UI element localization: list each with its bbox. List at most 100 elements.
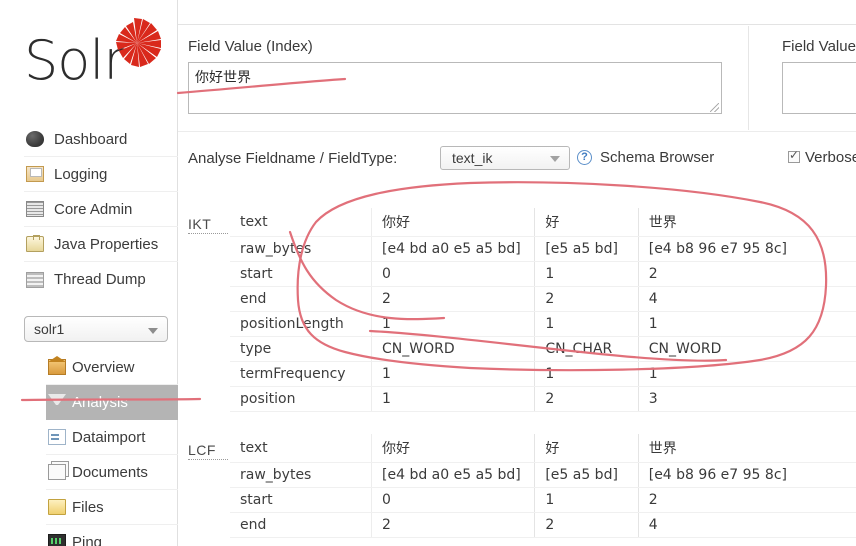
token-cell: 2 bbox=[371, 512, 536, 538]
token-cell: 你好 bbox=[371, 434, 536, 463]
token-cell: 2 bbox=[534, 512, 639, 538]
token-cell: 2 bbox=[534, 286, 639, 312]
sidebar-item-logging[interactable]: Logging bbox=[24, 157, 178, 192]
token-cell: CN_CHAR bbox=[534, 336, 639, 362]
token-cell: 你好 bbox=[371, 208, 536, 237]
token-cell: 1 bbox=[534, 487, 639, 513]
help-circle-icon[interactable]: ? bbox=[577, 150, 592, 165]
chevron-down-icon bbox=[550, 156, 560, 162]
token-cell: 4 bbox=[638, 512, 856, 538]
solr-logo[interactable]: Solr bbox=[24, 18, 174, 106]
thread-dump-icon bbox=[26, 271, 44, 288]
attribute-name: start bbox=[230, 487, 373, 513]
token-cell: 世界 bbox=[638, 434, 856, 463]
sidebar-item-label: Dashboard bbox=[54, 131, 128, 148]
attribute-name: end bbox=[230, 512, 373, 538]
attribute-name: text bbox=[230, 434, 373, 463]
token-cell: 2 bbox=[638, 261, 856, 287]
core-selector-value: solr1 bbox=[34, 321, 65, 337]
token-cell: [e5 a5 bd] bbox=[534, 462, 639, 488]
analysis-table-ikt: text 你好 好 世界 raw_bytes [e4 bd a0 e5 a5 b… bbox=[230, 208, 856, 412]
field-value-index-label: Field Value (Index) bbox=[188, 38, 313, 55]
sidebar-item-core-admin[interactable]: Core Admin bbox=[24, 192, 178, 227]
home-icon bbox=[48, 356, 66, 375]
sidebar-item-label: Java Properties bbox=[54, 236, 159, 253]
logo-wordmark: Solr bbox=[24, 29, 126, 92]
analyse-label: Analyse Fieldname / FieldType: bbox=[188, 150, 398, 167]
sidebar: Solr Dashboard Logging Core Admin Java P… bbox=[0, 0, 178, 546]
token-cell: [e4 b8 96 e7 95 8c] bbox=[638, 236, 856, 262]
sidebar-item-label: Logging bbox=[54, 166, 108, 183]
token-cell: 好 bbox=[534, 434, 639, 463]
table-row: positionLength 1 1 1 bbox=[230, 311, 856, 337]
attribute-name: position bbox=[230, 386, 373, 412]
sidebar-item-label: Analysis bbox=[72, 394, 128, 411]
java-properties-icon bbox=[26, 235, 44, 252]
attribute-name: start bbox=[230, 261, 373, 287]
sidebar-item-ping[interactable]: Ping bbox=[46, 525, 178, 546]
token-cell: CN_WORD bbox=[371, 336, 536, 362]
checkbox-checked-icon[interactable] bbox=[788, 148, 800, 163]
core-admin-icon bbox=[26, 201, 44, 217]
field-value-query-input[interactable] bbox=[782, 62, 856, 114]
field-value-index-block: Field Value (Index) 你好世界 bbox=[188, 38, 722, 114]
table-row: termFrequency 1 1 1 bbox=[230, 361, 856, 387]
schema-browser-link[interactable]: Schema Browser bbox=[600, 149, 714, 166]
sidebar-item-dataimport[interactable]: Dataimport bbox=[46, 420, 178, 455]
token-cell: 2 bbox=[371, 286, 536, 312]
sidebar-item-label: Ping bbox=[72, 534, 103, 546]
sidebar-item-label: Documents bbox=[72, 464, 148, 481]
token-cell: [e4 bd a0 e5 a5 bd] bbox=[371, 236, 536, 262]
dashboard-icon bbox=[26, 131, 44, 147]
field-value-index-text: 你好世界 bbox=[195, 70, 251, 86]
field-value-query-label: Field Value (Query) bbox=[782, 38, 856, 55]
attribute-name: raw_bytes bbox=[230, 462, 373, 488]
table-row: raw_bytes [e4 bd a0 e5 a5 bd] [e5 a5 bd]… bbox=[230, 236, 856, 262]
attribute-name: text bbox=[230, 208, 373, 237]
verbose-output-label: Verbose Output bbox=[805, 149, 856, 166]
attribute-name: raw_bytes bbox=[230, 236, 373, 262]
ping-icon bbox=[48, 534, 66, 546]
section-divider bbox=[178, 131, 856, 132]
sidebar-item-thread-dump[interactable]: Thread Dump bbox=[24, 262, 178, 297]
documents-icon bbox=[48, 464, 66, 480]
sidebar-item-analysis[interactable]: Analysis bbox=[46, 385, 178, 420]
token-cell: 1 bbox=[638, 311, 856, 337]
solr-admin-window: Solr Dashboard Logging Core Admin Java P… bbox=[0, 0, 856, 546]
token-cell: 1 bbox=[534, 311, 639, 337]
table-row: type CN_WORD CN_CHAR CN_WORD bbox=[230, 336, 856, 362]
field-value-index-input[interactable]: 你好世界 bbox=[188, 62, 722, 114]
core-nav: Overview Analysis Dataimport Documents F… bbox=[46, 350, 178, 546]
token-cell: 1 bbox=[371, 386, 536, 412]
analyzer-tag: LCF bbox=[188, 442, 228, 460]
sidebar-item-label: Overview bbox=[72, 359, 135, 376]
analysis-table-lcf: text 你好 好 世界 raw_bytes [e4 bd a0 e5 a5 b… bbox=[230, 434, 856, 538]
table-row: start 0 1 2 bbox=[230, 261, 856, 287]
fieldtype-select-value: text_ik bbox=[452, 150, 493, 166]
token-cell: 0 bbox=[371, 487, 536, 513]
attribute-name: positionLength bbox=[230, 311, 373, 337]
resize-handle-icon[interactable] bbox=[710, 103, 719, 112]
token-cell: 2 bbox=[638, 487, 856, 513]
sidebar-item-documents[interactable]: Documents bbox=[46, 455, 178, 490]
sidebar-item-java-properties[interactable]: Java Properties bbox=[24, 227, 178, 262]
core-selector[interactable]: solr1 bbox=[24, 316, 168, 342]
sidebar-item-label: Files bbox=[72, 499, 104, 516]
solr-sunburst-icon bbox=[116, 18, 161, 67]
token-cell: 4 bbox=[638, 286, 856, 312]
fieldtype-select[interactable]: text_ik bbox=[440, 146, 570, 170]
attribute-name: termFrequency bbox=[230, 361, 373, 387]
token-cell: 好 bbox=[534, 208, 639, 237]
sidebar-item-files[interactable]: Files bbox=[46, 490, 178, 525]
token-cell: 世界 bbox=[638, 208, 856, 237]
panel-divider bbox=[748, 26, 749, 130]
sidebar-item-overview[interactable]: Overview bbox=[46, 350, 178, 385]
attribute-name: type bbox=[230, 336, 373, 362]
verbose-output-checkbox[interactable]: Verbose Output bbox=[788, 148, 856, 166]
table-row: text 你好 好 世界 bbox=[230, 434, 856, 463]
token-cell: 3 bbox=[638, 386, 856, 412]
sidebar-item-dashboard[interactable]: Dashboard bbox=[24, 122, 178, 157]
attribute-name: end bbox=[230, 286, 373, 312]
analyse-controls: Analyse Fieldname / FieldType: text_ik ?… bbox=[188, 146, 856, 174]
logging-icon bbox=[26, 166, 44, 182]
